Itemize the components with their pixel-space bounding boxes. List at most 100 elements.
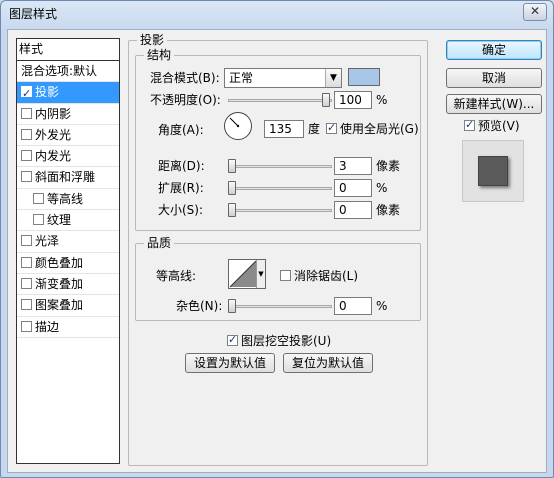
spread-input[interactable]: 0 (334, 179, 372, 197)
style-item-label: 描边 (35, 319, 60, 334)
style-item[interactable]: 描边 (17, 317, 119, 338)
blend-options-item[interactable]: 混合选项:默认 (17, 61, 119, 83)
style-item-label: 光泽 (35, 234, 60, 249)
preview-checkbox[interactable]: 预览(V) (464, 117, 520, 134)
style-item-checkbox[interactable] (21, 277, 32, 289)
distance-label: 距离(D): (158, 159, 205, 173)
style-item[interactable]: 投影 (17, 82, 119, 104)
style-preview-thumbnail (462, 140, 524, 202)
style-item-checkbox[interactable] (21, 320, 32, 332)
style-item[interactable]: 纹理 (17, 210, 119, 232)
blend-mode-select[interactable]: 正常 ▼ (224, 68, 342, 88)
style-item[interactable]: 渐变叠加 (17, 274, 119, 296)
chevron-down-icon: ▼ (325, 69, 341, 87)
style-item-label: 外发光 (35, 127, 72, 142)
style-item[interactable]: 图案叠加 (17, 295, 119, 317)
style-item[interactable]: 斜面和浮雕 (17, 167, 119, 189)
style-item-checkbox[interactable] (21, 171, 32, 183)
quality-title: 品质 (144, 236, 175, 250)
window-title: 图层样式 (9, 7, 58, 21)
style-item[interactable]: 内发光 (17, 146, 119, 168)
style-item[interactable]: 外发光 (17, 125, 119, 147)
blend-mode-label: 混合模式(B): (150, 71, 220, 85)
blend-mode-value: 正常 (229, 71, 254, 85)
opacity-slider-track[interactable] (228, 99, 332, 102)
angle-needle-icon (229, 117, 240, 128)
style-item-checkbox[interactable] (33, 214, 44, 226)
style-item-label: 内发光 (35, 149, 72, 164)
style-item-checkbox[interactable] (33, 192, 44, 204)
style-item-checkbox[interactable] (21, 299, 32, 311)
style-item-label: 图案叠加 (35, 298, 84, 313)
noise-slider-thumb[interactable] (228, 299, 236, 313)
global-light-checkbox[interactable]: 使用全局光(G) (326, 120, 419, 137)
structure-group: 结构 混合模式(B): 正常 ▼ 不透明度(O): 100 % 角度(A): 1… (135, 48, 421, 231)
opacity-slider-thumb[interactable] (322, 93, 330, 107)
spread-slider-thumb[interactable] (228, 181, 236, 195)
style-item-checkbox[interactable] (21, 83, 32, 104)
quality-group: 品质 等高线: ▼ 消除锯齿(L) 杂色(N): 0 % (135, 236, 421, 321)
noise-input[interactable]: 0 (334, 297, 372, 315)
knockout-check-icon (227, 332, 238, 348)
style-item-checkbox[interactable] (21, 107, 32, 119)
size-unit: 像素 (376, 203, 401, 217)
opacity-input[interactable]: 100 (334, 91, 372, 109)
preview-check-icon (464, 117, 475, 133)
angle-unit: 度 (308, 122, 321, 136)
distance-input[interactable]: 3 (334, 157, 372, 175)
size-input[interactable]: 0 (334, 201, 372, 219)
noise-label: 杂色(N): (176, 299, 223, 313)
angle-label: 角度(A): (158, 123, 204, 137)
distance-unit: 像素 (376, 159, 401, 173)
reset-default-button[interactable]: 复位为默认值 (283, 353, 373, 373)
contour-label: 等高线: (156, 269, 197, 283)
anti-alias-check-icon (280, 270, 291, 281)
style-list-header[interactable]: 样式 (17, 39, 119, 61)
title-bar[interactable]: 图层样式 ✕ (1, 1, 553, 27)
style-list: 样式 混合选项:默认 投影内阴影外发光内发光斜面和浮雕等高线纹理光泽颜色叠加渐变… (16, 38, 120, 464)
distance-slider-track[interactable] (228, 165, 332, 168)
size-slider-track[interactable] (228, 209, 332, 212)
style-item-checkbox[interactable] (21, 150, 32, 162)
noise-slider-track[interactable] (228, 305, 332, 308)
style-item[interactable]: 颜色叠加 (17, 253, 119, 274)
make-default-button[interactable]: 设置为默认值 (185, 353, 275, 373)
layer-style-dialog: 图层样式 ✕ 样式 混合选项:默认 投影内阴影外发光内发光斜面和浮雕等高线纹理光… (0, 0, 554, 478)
contour-picker[interactable]: ▼ (228, 259, 266, 289)
cancel-button[interactable]: 取消 (446, 68, 542, 88)
preview-label: 预览(V) (478, 119, 520, 133)
distance-slider-thumb[interactable] (228, 159, 236, 173)
spread-unit: % (376, 181, 388, 195)
style-item-label: 纹理 (47, 213, 72, 228)
style-item-checkbox[interactable] (21, 256, 32, 268)
noise-unit: % (376, 299, 388, 313)
style-item[interactable]: 等高线 (17, 189, 119, 211)
style-item-checkbox[interactable] (21, 128, 32, 140)
size-slider-thumb[interactable] (228, 203, 236, 217)
ok-button[interactable]: 确定 (446, 40, 542, 60)
style-item-label: 内阴影 (35, 106, 72, 121)
style-items: 投影内阴影外发光内发光斜面和浮雕等高线纹理光泽颜色叠加渐变叠加图案叠加描边 (17, 82, 119, 338)
contour-curve-icon (229, 260, 257, 288)
new-style-button[interactable]: 新建样式(W)... (446, 94, 542, 114)
drop-shadow-title: 投影 (137, 33, 168, 47)
global-light-label: 使用全局光(G) (340, 122, 419, 136)
knockout-checkbox[interactable]: 图层挖空投影(U) (227, 332, 332, 349)
global-light-check-icon (326, 120, 337, 136)
spread-slider-track[interactable] (228, 187, 332, 190)
style-item[interactable]: 光泽 (17, 231, 119, 253)
opacity-label: 不透明度(O): (150, 93, 221, 107)
style-item-label: 等高线 (47, 191, 84, 206)
spread-label: 扩展(R): (158, 181, 204, 195)
angle-dial[interactable] (224, 112, 252, 140)
angle-input[interactable]: 135 (264, 120, 304, 138)
style-item[interactable]: 内阴影 (17, 104, 119, 125)
contour-dropdown-icon: ▼ (256, 260, 265, 288)
shadow-color-swatch[interactable] (348, 68, 380, 86)
knockout-label: 图层挖空投影(U) (241, 334, 332, 348)
anti-alias-checkbox[interactable]: 消除锯齿(L) (280, 268, 358, 284)
style-item-checkbox[interactable] (21, 235, 32, 247)
style-item-label: 斜面和浮雕 (35, 170, 96, 185)
style-item-label: 投影 (35, 85, 60, 100)
close-button[interactable]: ✕ (523, 3, 547, 21)
